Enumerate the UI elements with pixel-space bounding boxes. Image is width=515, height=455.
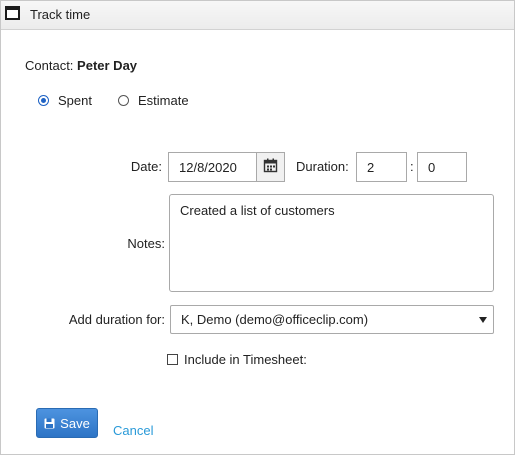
cancel-link[interactable]: Cancel	[113, 423, 153, 438]
duration-hours-input[interactable]: 2	[356, 152, 407, 182]
radio-spent-label: Spent	[58, 93, 92, 108]
chevron-down-icon	[479, 317, 487, 323]
contact-info: Contact: Peter Day	[25, 58, 137, 73]
contact-label: Contact:	[25, 58, 74, 73]
timesheet-checkbox-row[interactable]: Include in Timesheet:	[167, 352, 307, 367]
notes-value: Created a list of customers	[180, 203, 335, 218]
title-bar: Track time	[1, 1, 514, 30]
floppy-disk-icon	[44, 418, 55, 429]
duration-label: Duration:	[296, 159, 349, 174]
radio-estimate[interactable]: Estimate	[118, 93, 189, 108]
add-duration-label: Add duration for:	[68, 312, 165, 327]
calendar-icon	[263, 158, 278, 176]
duration-minutes-value: 0	[428, 159, 436, 175]
duration-hours-value: 2	[367, 159, 375, 175]
notes-textarea[interactable]: Created a list of customers	[169, 194, 494, 292]
window-icon	[5, 6, 20, 20]
date-input[interactable]: 12/8/2020	[168, 152, 257, 182]
timesheet-checkbox[interactable]	[167, 354, 178, 365]
add-duration-selected: K, Demo (demo@officeclip.com)	[181, 312, 369, 327]
save-button[interactable]: Save	[36, 408, 98, 438]
date-label: Date:	[130, 159, 162, 174]
notes-label: Notes:	[127, 236, 165, 251]
radio-estimate-label: Estimate	[138, 93, 189, 108]
timesheet-label: Include in Timesheet:	[184, 352, 307, 367]
date-value: 12/8/2020	[179, 159, 237, 175]
duration-minutes-input[interactable]: 0	[417, 152, 467, 182]
add-duration-select[interactable]: K, Demo (demo@officeclip.com)	[170, 305, 494, 334]
duration-separator: :	[410, 159, 414, 174]
radio-spent[interactable]: Spent	[38, 93, 92, 108]
track-time-window: Track time Contact: Peter Day Spent Esti…	[0, 0, 515, 455]
radio-estimate-indicator[interactable]	[118, 95, 129, 106]
save-button-label: Save	[60, 415, 90, 431]
window-title: Track time	[30, 7, 91, 22]
calendar-button[interactable]	[256, 152, 285, 182]
radio-spent-indicator[interactable]	[38, 95, 49, 106]
contact-name: Peter Day	[77, 58, 138, 73]
